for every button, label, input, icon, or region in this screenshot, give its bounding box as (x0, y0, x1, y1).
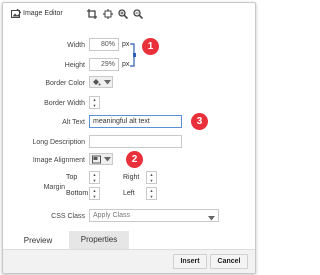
margin-left-label: Left (123, 190, 135, 197)
lock-ratio-link-icon[interactable] (129, 43, 139, 67)
height-label: Height (64, 62, 85, 69)
alt-text-input[interactable]: meaningful alt text (89, 115, 182, 128)
paint-bucket-icon (92, 78, 101, 87)
chevron-down-icon (208, 214, 215, 221)
editor-toolbar: Image Editor (3, 3, 255, 25)
tab-properties-label: Properties (80, 235, 118, 244)
resize-icon[interactable] (103, 9, 113, 19)
margin-top-stepper[interactable]: ▲ ▼ (89, 171, 100, 184)
width-input[interactable]: 80% (89, 38, 119, 51)
border-color-picker[interactable] (89, 76, 113, 88)
caret-down-icon[interactable]: ▼ (147, 194, 156, 199)
height-input[interactable]: 29% (89, 58, 119, 71)
margin-label: Margin (43, 184, 65, 191)
cancel-button[interactable]: Cancel (210, 254, 248, 269)
caret-up-icon[interactable]: ▲ (90, 188, 99, 193)
long-description-input[interactable] (89, 135, 182, 148)
caret-down-icon[interactable]: ▼ (147, 178, 156, 183)
caret-down-icon[interactable]: ▼ (90, 194, 99, 199)
chevron-down-icon (104, 80, 111, 85)
margin-bottom-stepper[interactable]: ▲ ▼ (89, 187, 100, 200)
image-alignment-picker[interactable] (89, 153, 113, 165)
tab-bar: Preview Properties (3, 229, 255, 250)
border-width-stepper[interactable]: ▲ ▼ (89, 96, 100, 109)
css-class-select[interactable]: Apply Class (89, 209, 219, 222)
toolbar-title: Image Editor (23, 10, 63, 17)
annotation-badge-1: 1 (142, 38, 159, 55)
width-label: Width (67, 42, 85, 49)
css-class-placeholder: Apply Class (93, 212, 130, 219)
margin-left-stepper[interactable]: ▲ ▼ (146, 187, 157, 200)
long-description-label: Long Description (32, 139, 85, 146)
border-color-label: Border Color (45, 80, 85, 87)
annotation-badge-3: 3 (191, 113, 208, 130)
annotation-badge-2: 2 (126, 151, 143, 168)
chevron-down-icon (104, 157, 111, 162)
margin-right-label: Right (123, 174, 140, 181)
margin-bottom-label: Bottom (66, 190, 89, 197)
align-icon (92, 155, 101, 164)
image-editor-dialog: Image Editor Width 80% px Height 29% px … (2, 2, 256, 274)
caret-down-icon[interactable]: ▼ (90, 103, 99, 108)
zoom-out-icon[interactable] (133, 9, 144, 20)
margin-top-label: Top (66, 174, 78, 181)
caret-up-icon[interactable]: ▲ (147, 188, 156, 193)
caret-up-icon[interactable]: ▲ (90, 97, 99, 102)
insert-button[interactable]: Insert (173, 254, 207, 269)
tab-preview-label: Preview (23, 236, 53, 245)
crop-icon[interactable] (87, 9, 97, 19)
image-editor-icon (11, 8, 22, 19)
image-alignment-label: Image Alignment (32, 157, 85, 164)
tab-preview[interactable]: Preview (13, 233, 63, 249)
caret-up-icon[interactable]: ▲ (90, 172, 99, 177)
tab-properties[interactable]: Properties (69, 231, 129, 249)
css-class-label: CSS Class (51, 213, 85, 220)
alt-text-label: Alt Text (62, 119, 85, 126)
border-width-label: Border Width (44, 100, 85, 107)
caret-down-icon[interactable]: ▼ (90, 178, 99, 183)
dialog-footer: Insert Cancel (3, 250, 255, 273)
caret-up-icon[interactable]: ▲ (147, 172, 156, 177)
margin-right-stepper[interactable]: ▲ ▼ (146, 171, 157, 184)
zoom-in-icon[interactable] (118, 9, 129, 20)
